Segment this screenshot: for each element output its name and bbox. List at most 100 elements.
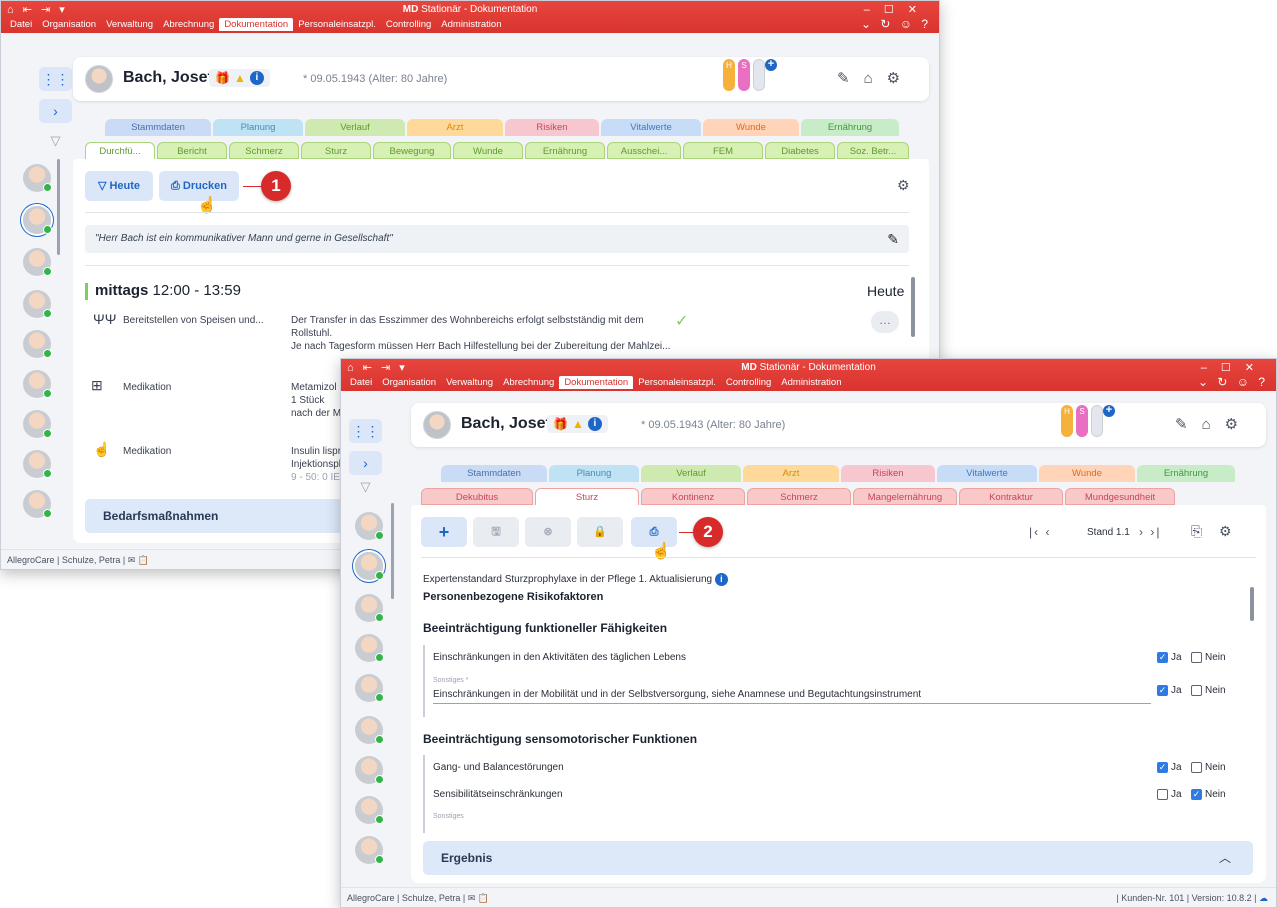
- expand-sidebar-icon[interactable]: ›: [39, 99, 72, 123]
- subtab-schmerz[interactable]: Schmerz: [229, 142, 299, 159]
- resident-avatar[interactable]: [355, 634, 384, 662]
- resident-avatar-selected[interactable]: [23, 206, 52, 234]
- resident-avatar[interactable]: [355, 836, 384, 864]
- menu-administration[interactable]: Administration: [436, 18, 506, 31]
- panel-scrollbar[interactable]: [911, 277, 915, 337]
- settings-gear-icon[interactable]: ⚙: [1225, 416, 1252, 433]
- home-icon[interactable]: ⌂: [864, 70, 887, 87]
- cloud-icon[interactable]: ☁: [1259, 893, 1268, 903]
- resident-avatar[interactable]: [355, 512, 384, 540]
- yes-checkbox[interactable]: Ja: [1157, 789, 1182, 800]
- subtab-sturz[interactable]: Sturz: [535, 488, 639, 505]
- today-filter-button[interactable]: ▽ Heute: [85, 171, 153, 201]
- subtab-soz-betreuung[interactable]: Soz. Betr...: [837, 142, 909, 159]
- info-icon[interactable]: i: [714, 573, 728, 586]
- tab-planung[interactable]: Planung: [549, 465, 639, 482]
- menu-dokumentation[interactable]: Dokumentation: [559, 376, 634, 389]
- tab-risiken[interactable]: Risiken: [505, 119, 599, 136]
- document-icon[interactable]: ⎘: [1191, 523, 1202, 540]
- tube-empty-indicator[interactable]: [753, 59, 765, 91]
- menu-verwaltung[interactable]: Verwaltung: [441, 376, 498, 389]
- menu-personaleinsatzplanung[interactable]: Personaleinsatzpl.: [293, 18, 381, 31]
- resident-avatar[interactable]: [355, 674, 384, 702]
- tab-wunde[interactable]: Wunde: [703, 119, 799, 136]
- subtab-schmerz[interactable]: Schmerz: [747, 488, 851, 505]
- clipboard-icon[interactable]: 📋: [138, 555, 149, 565]
- subtab-fem[interactable]: FEM: [683, 142, 763, 159]
- edit-pencil-icon[interactable]: ✎: [887, 225, 899, 253]
- menu-datei[interactable]: Datei: [5, 18, 37, 31]
- resident-avatar[interactable]: [23, 410, 52, 438]
- tab-stammdaten[interactable]: Stammdaten: [441, 465, 547, 482]
- warning-icon[interactable]: ▲: [234, 71, 246, 85]
- mail-icon[interactable]: ✉: [128, 555, 136, 565]
- subtab-kontraktur[interactable]: Kontraktur: [959, 488, 1063, 505]
- tab-arzt[interactable]: Arzt: [743, 465, 839, 482]
- tube-s-indicator[interactable]: S: [738, 59, 750, 91]
- subtab-ausscheidung[interactable]: Ausschei...: [607, 142, 681, 159]
- no-checkbox[interactable]: Nein: [1191, 685, 1226, 696]
- menu-verwaltung[interactable]: Verwaltung: [101, 18, 158, 31]
- menu-organisation[interactable]: Organisation: [377, 376, 441, 389]
- resident-avatar[interactable]: [23, 370, 52, 398]
- add-button[interactable]: +: [421, 517, 467, 547]
- menu-personaleinsatzplanung[interactable]: Personaleinsatzpl.: [633, 376, 721, 389]
- gift-icon[interactable]: 🎁: [553, 417, 568, 431]
- panel-settings-gear-icon[interactable]: ⚙: [1219, 523, 1232, 540]
- tab-stammdaten[interactable]: Stammdaten: [105, 119, 211, 136]
- subtab-diabetes[interactable]: Diabetes: [765, 142, 835, 159]
- window-controls[interactable]: –☐✕: [864, 3, 931, 16]
- resident-avatar[interactable]: [23, 248, 52, 276]
- menu-controlling[interactable]: Controlling: [721, 376, 776, 389]
- grid-menu-icon[interactable]: ⋮⋮: [39, 67, 72, 91]
- tube-h-indicator[interactable]: H: [723, 59, 735, 91]
- tab-arzt[interactable]: Arzt: [407, 119, 503, 136]
- subtab-ernaehrung[interactable]: Ernährung: [525, 142, 605, 159]
- no-checkbox[interactable]: Nein: [1191, 762, 1226, 773]
- info-icon[interactable]: i: [587, 417, 602, 431]
- subtab-bewegung[interactable]: Bewegung: [373, 142, 451, 159]
- grid-menu-icon[interactable]: ⋮⋮: [349, 419, 382, 443]
- title-right-icons[interactable]: ⌄ ↻ ☺ ?: [861, 17, 931, 31]
- tab-planung[interactable]: Planung: [213, 119, 303, 136]
- tab-risiken[interactable]: Risiken: [841, 465, 935, 482]
- resident-avatar[interactable]: [355, 796, 384, 824]
- done-check-icon[interactable]: ✓: [675, 311, 688, 331]
- version-nav-next[interactable]: › ›|: [1139, 525, 1161, 539]
- tube-s-indicator[interactable]: S: [1076, 405, 1088, 437]
- tab-vitalwerte[interactable]: Vitalwerte: [937, 465, 1037, 482]
- expand-sidebar-icon[interactable]: ›: [349, 451, 382, 475]
- subtab-sturz[interactable]: Sturz: [301, 142, 371, 159]
- resident-avatar[interactable]: [355, 594, 384, 622]
- sidebar-scrollbar[interactable]: [57, 159, 60, 255]
- yes-checkbox[interactable]: ✓ Ja: [1157, 652, 1182, 663]
- subtab-mangelernaehrung[interactable]: Mangelernährung: [853, 488, 957, 505]
- menu-dokumentation[interactable]: Dokumentation: [219, 18, 294, 31]
- no-checkbox[interactable]: ✓ Nein: [1191, 789, 1226, 800]
- info-icon[interactable]: i: [249, 71, 264, 85]
- filter-icon[interactable]: ▽: [349, 479, 382, 495]
- version-nav-prev[interactable]: |‹ ‹: [1029, 525, 1051, 539]
- menu-organisation[interactable]: Organisation: [37, 18, 101, 31]
- add-indicator-icon[interactable]: +: [765, 59, 777, 71]
- tab-verlauf[interactable]: Verlauf: [305, 119, 405, 136]
- other-mobility-field[interactable]: Einschränkungen in der Mobilität und in …: [433, 689, 921, 700]
- bedarfsmassnahmen-accordion[interactable]: Bedarfsmaßnahmen: [85, 499, 345, 533]
- tube-empty-indicator[interactable]: [1091, 405, 1103, 437]
- yes-checkbox[interactable]: ✓ Ja: [1157, 685, 1182, 696]
- title-right-icons[interactable]: ⌄ ↻ ☺ ?: [1198, 375, 1268, 389]
- resident-avatar[interactable]: [23, 450, 52, 478]
- attachment-icon[interactable]: ✎: [837, 70, 864, 87]
- tab-vitalwerte[interactable]: Vitalwerte: [601, 119, 701, 136]
- more-options-button[interactable]: …: [871, 311, 899, 333]
- resident-avatar[interactable]: [23, 290, 52, 318]
- menu-administration[interactable]: Administration: [776, 376, 846, 389]
- gift-icon[interactable]: 🎁: [215, 71, 230, 85]
- resident-avatar[interactable]: [23, 164, 52, 192]
- warning-icon[interactable]: ▲: [572, 417, 584, 431]
- menu-controlling[interactable]: Controlling: [381, 18, 436, 31]
- panel-settings-gear-icon[interactable]: ⚙: [897, 177, 910, 194]
- resident-avatar[interactable]: [355, 756, 384, 784]
- subtab-mundgesundheit[interactable]: Mundgesundheit: [1065, 488, 1175, 505]
- form-scrollbar[interactable]: [1250, 587, 1254, 621]
